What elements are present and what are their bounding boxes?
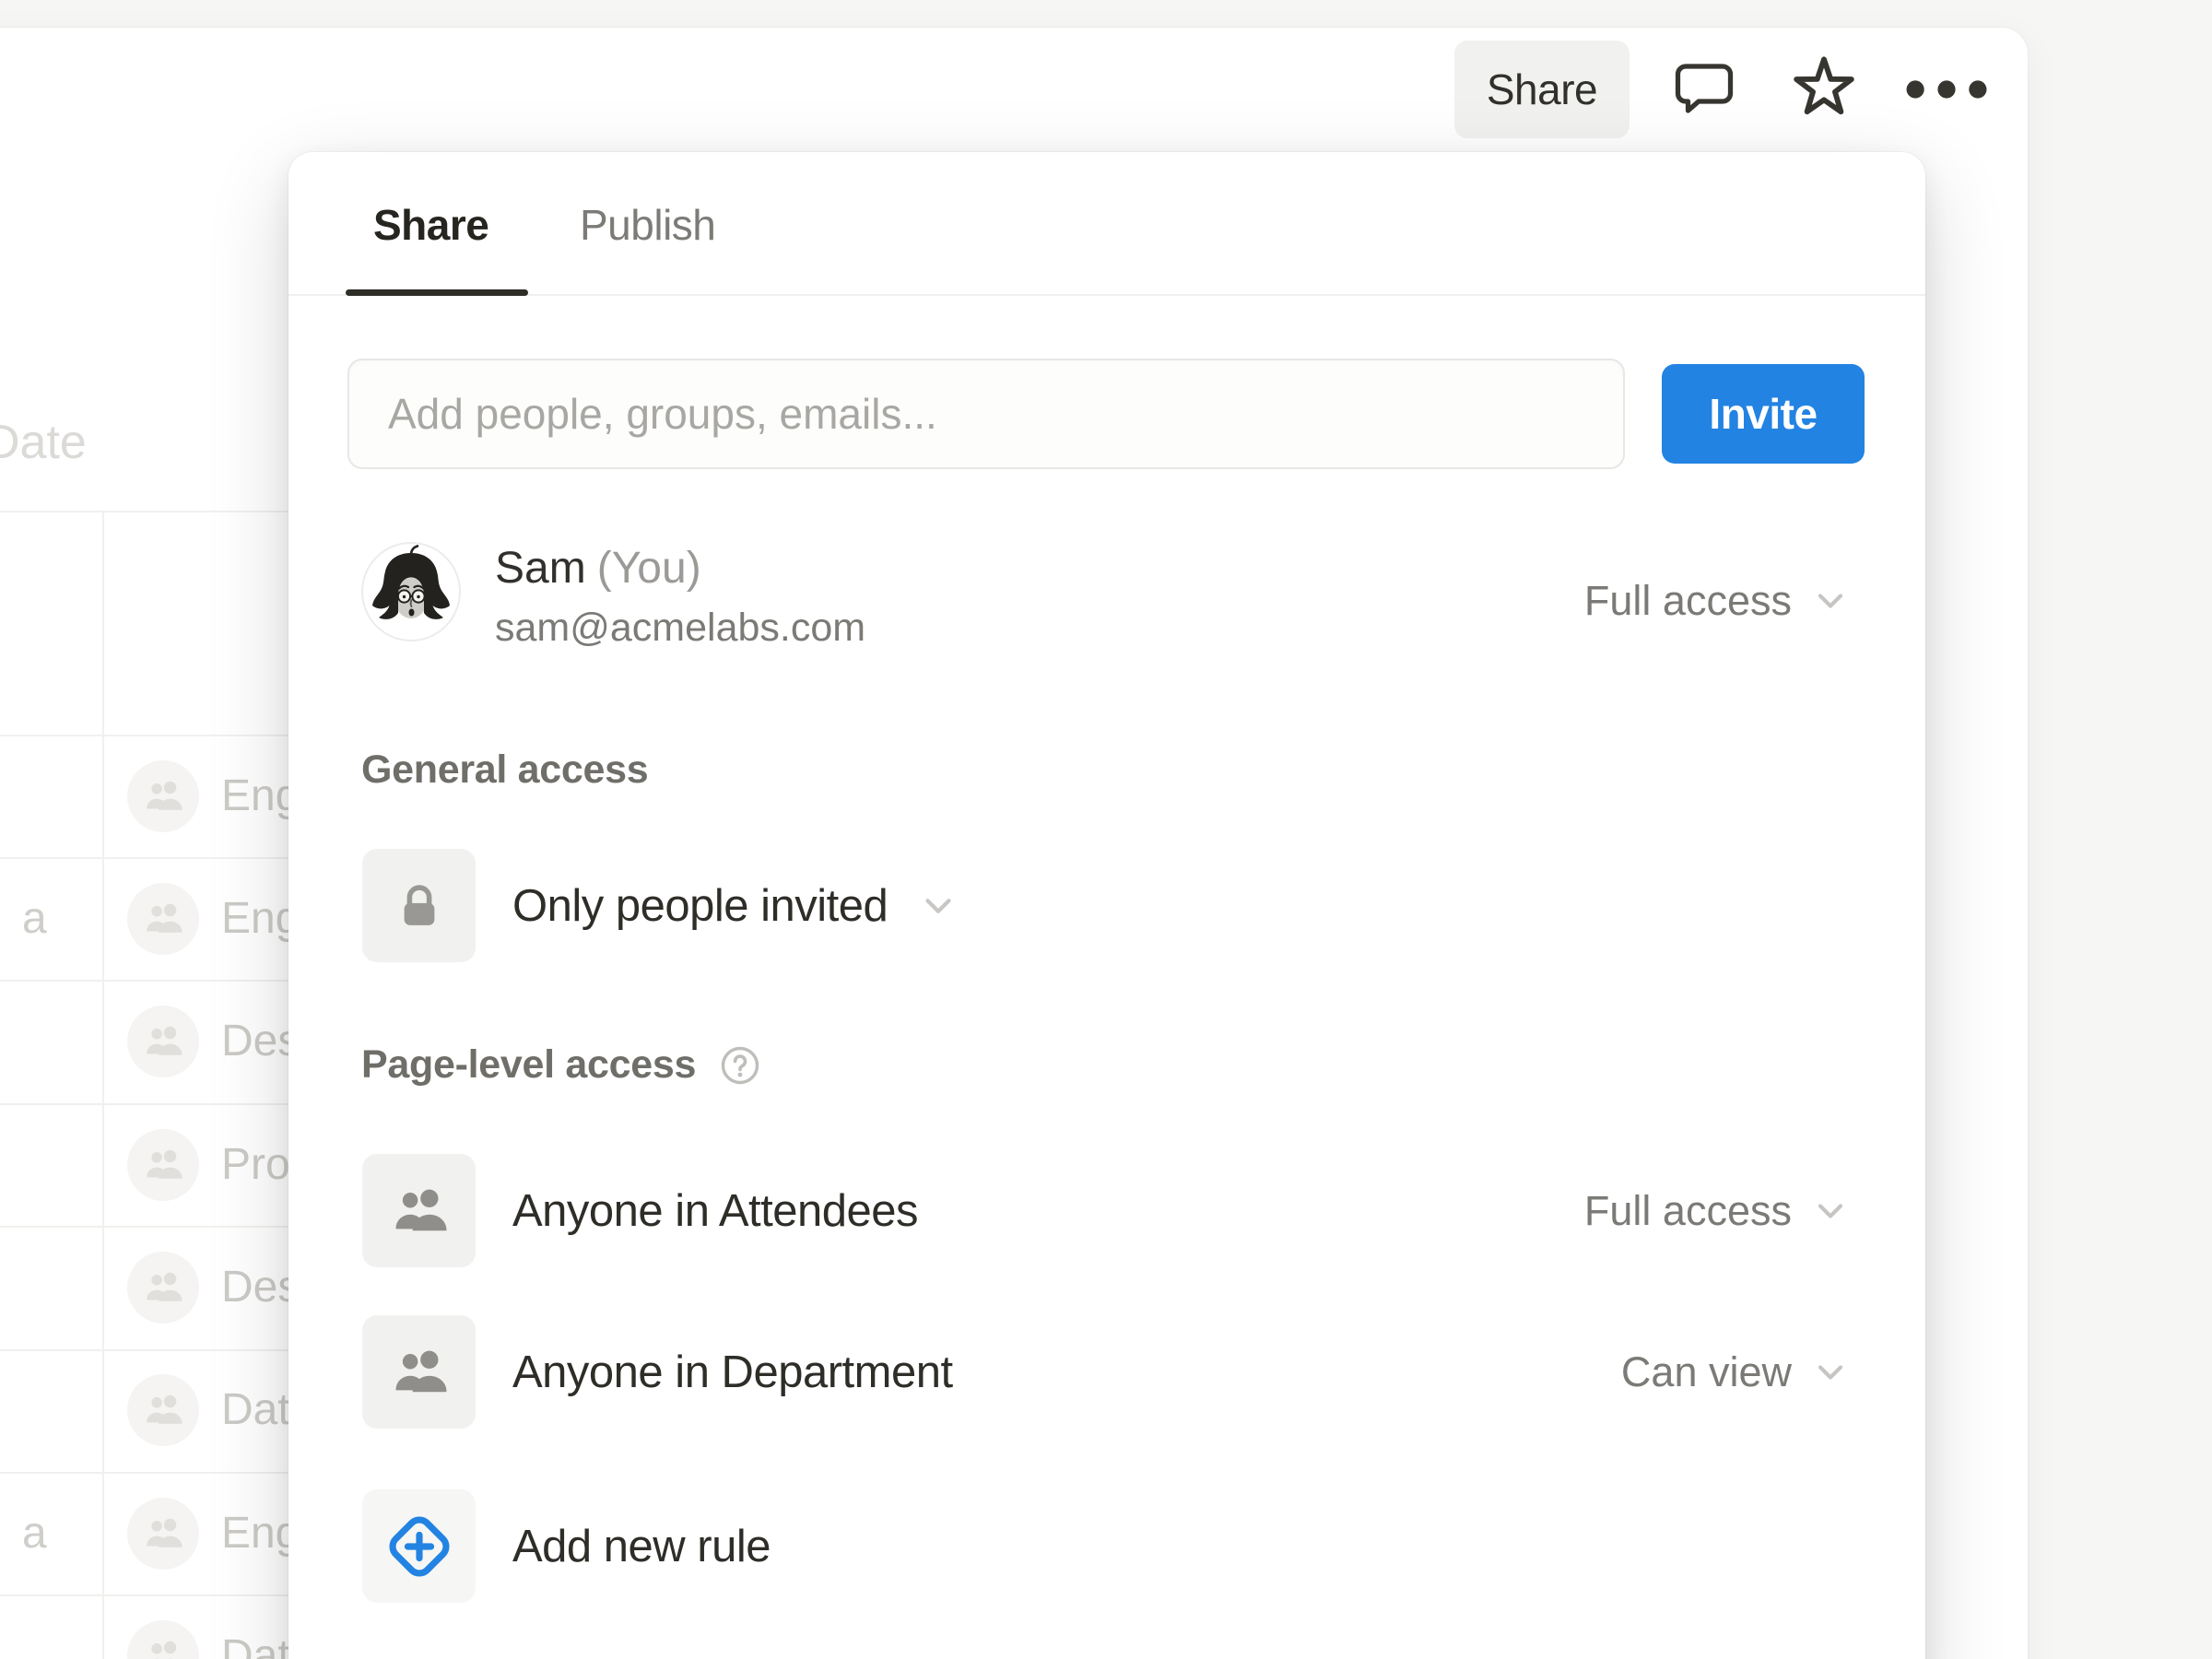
access-level-label: Full access	[1584, 577, 1792, 625]
tab-share[interactable]: Share	[373, 200, 488, 250]
chevron-down-icon	[1810, 1352, 1851, 1393]
table-divider	[0, 980, 293, 982]
avatar	[360, 541, 462, 642]
rule-label: Anyone in Attendees	[512, 1185, 918, 1237]
general-access-heading: General access	[361, 747, 648, 793]
table-divider	[0, 1103, 293, 1105]
member-email: sam@acmelabs.com	[495, 606, 865, 651]
people-icon	[127, 760, 199, 832]
rule-row-department[interactable]: Anyone in Department	[362, 1315, 953, 1429]
member-name-text: Sam	[495, 544, 586, 593]
table-cell-text: Dat	[221, 1630, 290, 1659]
access-level-label: Full access	[1584, 1187, 1792, 1235]
invite-button[interactable]: Invite	[1662, 364, 1865, 464]
people-icon	[127, 1498, 199, 1570]
attendees-access-dropdown[interactable]: Full access	[1584, 1179, 1851, 1243]
tab-publish[interactable]: Publish	[580, 200, 715, 250]
people-icon	[362, 1315, 476, 1429]
people-icon	[127, 1374, 199, 1446]
topbar-share-button[interactable]: Share	[1454, 41, 1630, 138]
dialog-tabs: Share Publish	[288, 152, 1925, 296]
table-divider	[0, 511, 293, 512]
people-icon	[362, 1154, 476, 1267]
table-divider	[0, 857, 293, 859]
add-new-rule-button[interactable]: Add new rule	[362, 1489, 771, 1603]
column-header-date: Date	[0, 415, 87, 470]
favorite-star-icon[interactable]	[1788, 52, 1860, 124]
help-icon[interactable]	[718, 1043, 762, 1088]
member-you-suffix: (You)	[597, 544, 701, 593]
member-name: Sam(You)	[495, 543, 701, 594]
people-icon	[127, 1252, 199, 1324]
people-icon	[127, 1620, 199, 1659]
add-people-input[interactable]	[347, 359, 1625, 469]
table-divider	[0, 1472, 293, 1474]
active-tab-indicator	[346, 289, 528, 296]
rule-label: Anyone in Department	[512, 1347, 953, 1398]
table-divider	[0, 1349, 293, 1351]
general-access-dropdown[interactable]: Only people invited	[362, 849, 959, 962]
lock-icon	[362, 849, 476, 962]
table-grid-line	[102, 512, 104, 1659]
people-icon	[127, 883, 199, 955]
department-access-dropdown[interactable]: Can view	[1621, 1340, 1851, 1405]
chevron-down-icon	[1810, 1191, 1851, 1231]
access-level-label: Can view	[1621, 1348, 1792, 1396]
people-icon	[127, 1129, 199, 1201]
chevron-down-icon	[1810, 581, 1851, 621]
table-divider	[0, 1594, 293, 1596]
page-level-access-title: Page-level access	[361, 1042, 696, 1088]
page-level-access-heading: Page-level access	[361, 1042, 762, 1088]
table-divider	[0, 1226, 293, 1228]
member-access-dropdown[interactable]: Full access	[1584, 569, 1851, 633]
table-cell-text: a	[22, 893, 47, 944]
chevron-down-icon	[917, 885, 959, 927]
comments-icon[interactable]	[1672, 57, 1736, 122]
diamond-plus-icon	[362, 1489, 476, 1603]
table-divider	[0, 735, 293, 736]
table-cell-text: Pro	[221, 1139, 290, 1190]
table-cell-text: Dat	[221, 1384, 290, 1435]
people-icon	[127, 1006, 199, 1077]
rule-row-attendees[interactable]: Anyone in Attendees	[362, 1154, 918, 1267]
table-cell-text: a	[22, 1508, 47, 1559]
more-options-icon[interactable]	[1902, 74, 1991, 105]
general-access-value: Only people invited	[512, 880, 888, 932]
share-dialog: Share Publish Invite Sam(You) sam@acmela…	[288, 152, 1925, 1659]
background-table: Date Eng a Eng Des Pro Des Dat a Eng Dat	[0, 0, 304, 1659]
add-rule-label: Add new rule	[512, 1521, 771, 1572]
